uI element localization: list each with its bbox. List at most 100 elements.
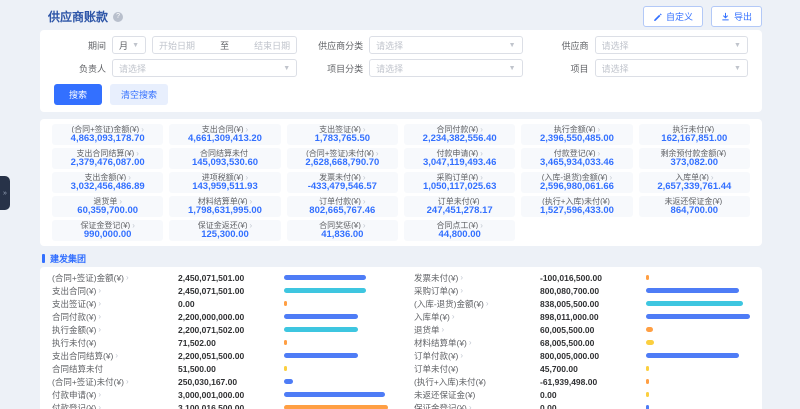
summary-tile[interactable]: 合同结算未付 145,093,530.60: [169, 148, 280, 169]
project-category-select[interactable]: 请选择 ▼: [369, 59, 522, 77]
summary-tile[interactable]: 执行未付(¥) 162,167,851.00: [639, 124, 750, 145]
bar-fill: [646, 327, 653, 332]
summary-tile-value[interactable]: 1,050,117,025.63: [423, 181, 496, 192]
metric-label[interactable]: 执行未付(¥): [52, 337, 174, 349]
summary-tile-value[interactable]: 373,082.00: [671, 157, 719, 168]
summary-tile[interactable]: 保证金登记(¥)› 990,000.00: [52, 220, 163, 241]
summary-tile[interactable]: 保证金返还(¥)› 125,300.00: [169, 220, 280, 241]
date-range-input[interactable]: 开始日期 至 结束日期: [152, 36, 297, 54]
supplier-category-select[interactable]: 请选择 ▼: [369, 36, 522, 54]
summary-tile[interactable]: 支出金额(¥)› 3,032,456,486.89: [52, 172, 163, 193]
summary-tile[interactable]: (合同+签证)未付(¥)› 2,628,668,790.70: [287, 148, 398, 169]
summary-tile[interactable]: 发票未付(¥)› -433,479,546.57: [287, 172, 398, 193]
metric-label[interactable]: 付款申请(¥)›: [52, 389, 174, 401]
summary-tile[interactable]: 未返还保证金(¥) 864,700.00: [639, 196, 750, 217]
summary-tile-value[interactable]: 1,798,631,995.00: [188, 205, 262, 216]
summary-tile-value[interactable]: 1,783,765.50: [315, 133, 370, 144]
summary-tile-label: 进项税额(¥)›: [202, 173, 248, 181]
summary-tile-value[interactable]: 41,836.00: [321, 229, 363, 240]
summary-tile[interactable]: 材料结算单(¥)› 1,798,631,995.00: [169, 196, 280, 217]
metric-label[interactable]: 订单付款(¥)›: [414, 350, 536, 362]
summary-tile-value[interactable]: 2,657,339,761.44: [657, 181, 731, 192]
summary-tile[interactable]: 付款登记(¥)› 3,465,934,033.46: [521, 148, 632, 169]
summary-tile-value[interactable]: 864,700.00: [671, 205, 719, 216]
summary-tile[interactable]: 退货单› 60,359,700.00: [52, 196, 163, 217]
metric-label[interactable]: (合同+签证)金额(¥)›: [52, 272, 174, 284]
summary-tile[interactable]: (合同+签证)金额(¥)› 4,863,093,178.70: [52, 124, 163, 145]
metric-label[interactable]: 材料结算单(¥)›: [414, 337, 536, 349]
project-select[interactable]: 请选择 ▼: [595, 59, 748, 77]
bar-fill: [646, 405, 649, 409]
summary-tile[interactable]: 合同付款(¥)› 2,234,382,556.40: [404, 124, 515, 145]
summary-tile-value[interactable]: 1,527,596,433.00: [540, 205, 614, 216]
summary-tile[interactable]: 执行金额(¥)› 2,396,550,485.00: [521, 124, 632, 145]
metric-label[interactable]: (合同+签证)未付(¥)›: [52, 376, 174, 388]
search-button[interactable]: 搜索: [54, 84, 102, 105]
summary-tile-value[interactable]: 145,093,530.60: [192, 157, 258, 168]
chevron-right-icon: ›: [126, 273, 129, 282]
summary-tile-value[interactable]: 2,234,382,556.40: [423, 133, 497, 144]
metric-label[interactable]: 保证金登记(¥)›: [414, 402, 536, 409]
summary-tile[interactable]: 付款申请(¥)› 3,047,119,493.46: [404, 148, 515, 169]
clear-search-button[interactable]: 清空搜索: [110, 84, 168, 105]
summary-tile-value[interactable]: 125,300.00: [201, 229, 249, 240]
download-icon: [721, 12, 730, 21]
summary-tile-value[interactable]: 44,800.00: [439, 229, 481, 240]
summary-tile-value[interactable]: 60,359,700.00: [77, 205, 138, 216]
metric-label[interactable]: 执行金额(¥)›: [52, 324, 174, 336]
summary-tile[interactable]: 订单付款(¥)› 802,665,767.46: [287, 196, 398, 217]
metric-label[interactable]: 合同结算未付: [52, 363, 174, 375]
summary-tile-value[interactable]: 143,959,511.93: [192, 181, 258, 192]
metric-label[interactable]: 退货单›: [414, 324, 536, 336]
chevron-right-icon: ›: [132, 221, 135, 229]
summary-tile[interactable]: 采购订单(¥)› 1,050,117,025.63: [404, 172, 515, 193]
summary-tile[interactable]: 合同点工(¥)› 44,800.00: [404, 220, 515, 241]
summary-tile[interactable]: 支出合同(¥)› 4,661,309,413.20: [169, 124, 280, 145]
chevron-down-icon: ▼: [283, 65, 290, 72]
summary-tile[interactable]: 支出合同结算(¥)› 2,379,476,087.00: [52, 148, 163, 169]
supplier-select[interactable]: 请选择 ▼: [595, 36, 748, 54]
metric-label[interactable]: 支出合同结算(¥)›: [52, 350, 174, 362]
summary-tile[interactable]: 支出签证(¥)› 1,783,765.50: [287, 124, 398, 145]
metric-row: (合同+签证)金额(¥)› 2,450,071,501.00: [52, 271, 388, 284]
summary-tile-value[interactable]: 802,665,767.46: [309, 205, 375, 216]
sidebar-collapse-handle[interactable]: »: [0, 176, 10, 210]
summary-tile-value[interactable]: 2,379,476,087.00: [71, 157, 145, 168]
metric-bar: [646, 392, 750, 397]
summary-tile[interactable]: 进项税额(¥)› 143,959,511.93: [169, 172, 280, 193]
metric-label[interactable]: 付款登记(¥)›: [52, 402, 174, 409]
summary-tile[interactable]: (入库-退货)金额(¥)› 2,596,980,061.66: [521, 172, 632, 193]
summary-tile-value[interactable]: 2,596,980,061.66: [540, 181, 614, 192]
summary-tile-value[interactable]: 4,661,309,413.20: [188, 133, 262, 144]
customize-button[interactable]: 自定义: [643, 6, 703, 27]
metric-label[interactable]: 入库单(¥)›: [414, 311, 536, 323]
summary-tile-value[interactable]: 2,628,668,790.70: [305, 157, 379, 168]
summary-tile-value[interactable]: 3,047,119,493.46: [423, 157, 496, 168]
summary-tile[interactable]: 订单未付(¥) 247,451,278.17: [404, 196, 515, 217]
help-icon[interactable]: ?: [113, 12, 123, 22]
period-unit-select[interactable]: 月 ▼: [112, 36, 146, 54]
export-button[interactable]: 导出: [711, 6, 762, 27]
summary-tile[interactable]: (执行+入库)未付(¥) 1,527,596,433.00: [521, 196, 632, 217]
summary-tile-value[interactable]: 162,167,851.00: [661, 133, 727, 144]
summary-tile-value[interactable]: 4,863,093,178.70: [71, 133, 145, 144]
metric-label[interactable]: 未返还保证金(¥): [414, 389, 536, 401]
metric-label[interactable]: 支出签证(¥)›: [52, 298, 174, 310]
summary-tile[interactable]: 合同奖惩(¥)› 41,836.00: [287, 220, 398, 241]
metric-label[interactable]: 支出合同(¥)›: [52, 285, 174, 297]
summary-tile-value[interactable]: -433,479,546.57: [308, 181, 377, 192]
summary-tile-value[interactable]: 247,451,278.17: [427, 205, 493, 216]
summary-tile-value[interactable]: 990,000.00: [84, 229, 132, 240]
owner-select[interactable]: 请选择 ▼: [112, 59, 297, 77]
metric-label[interactable]: 订单未付(¥): [414, 363, 536, 375]
summary-tile[interactable]: 入库单(¥)› 2,657,339,761.44: [639, 172, 750, 193]
summary-tile-value[interactable]: 3,465,934,033.46: [540, 157, 614, 168]
metric-label[interactable]: 采购订单(¥)›: [414, 285, 536, 297]
summary-tile[interactable]: 剩余预付款金额(¥) 373,082.00: [639, 148, 750, 169]
summary-tile-value[interactable]: 2,396,550,485.00: [540, 133, 614, 144]
metric-label[interactable]: (执行+入库)未付(¥): [414, 376, 536, 388]
metric-label[interactable]: 发票未付(¥)›: [414, 272, 536, 284]
metric-label[interactable]: (入库-退货)金额(¥)›: [414, 298, 536, 310]
metric-label[interactable]: 合同付款(¥)›: [52, 311, 174, 323]
summary-tile-value[interactable]: 3,032,456,486.89: [71, 181, 145, 192]
